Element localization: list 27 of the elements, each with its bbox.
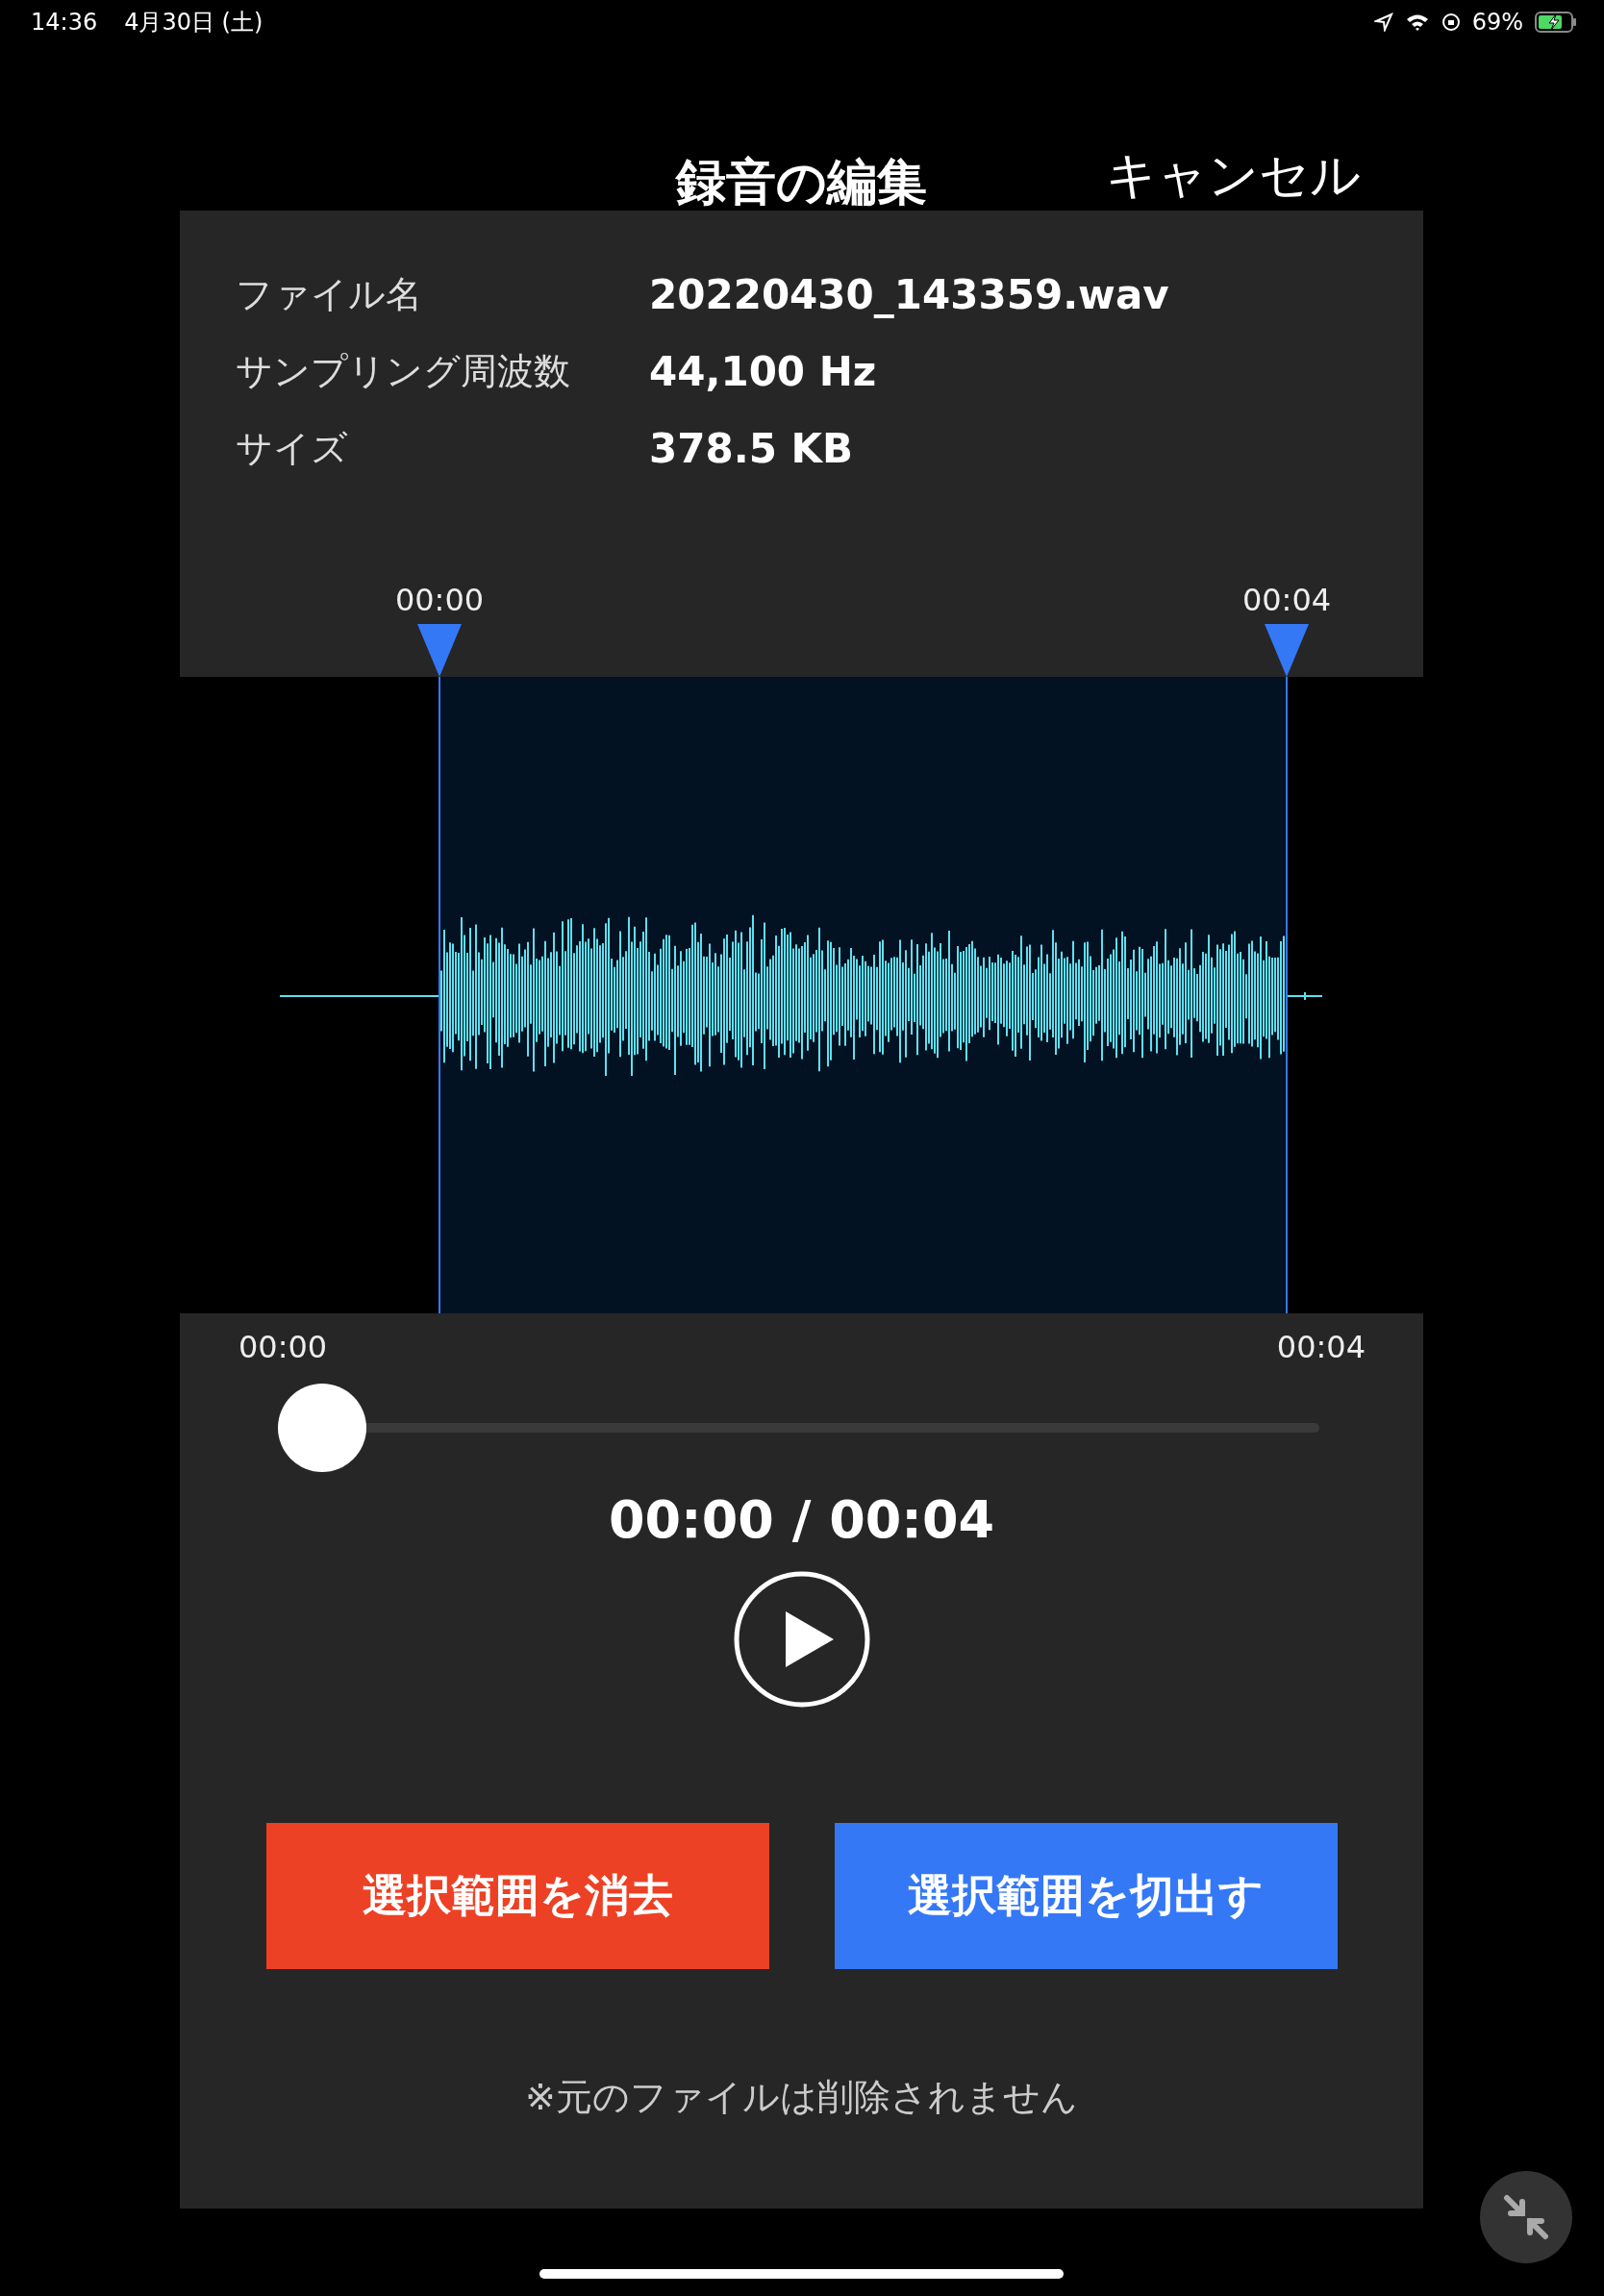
screen-title: 録音の編集 bbox=[675, 152, 927, 212]
info-label: サイズ bbox=[236, 426, 349, 471]
timeline-start: 00:00 bbox=[238, 1329, 328, 1365]
end-time-label: 00:04 bbox=[1241, 582, 1332, 618]
status-date: 4月30日 (土) bbox=[124, 8, 263, 37]
playback-slider[interactable] bbox=[277, 1384, 1319, 1472]
collapse-icon[interactable] bbox=[1480, 2171, 1572, 2263]
battery-percent: 69% bbox=[1471, 9, 1523, 36]
end-handle[interactable] bbox=[1265, 624, 1309, 677]
info-label: サンプリング周波数 bbox=[236, 349, 571, 394]
battery-icon bbox=[1535, 12, 1577, 33]
info-value: 44,100 Hz bbox=[649, 348, 877, 395]
trim-selection-button[interactable]: 選択範囲を切出す bbox=[834, 1823, 1338, 1969]
info-value: 20220430_143359.wav bbox=[649, 271, 1169, 318]
playback-time: 00:00 / 00:04 bbox=[608, 1489, 995, 1550]
info-value: 378.5 KB bbox=[649, 425, 854, 472]
cancel-button[interactable]: キャンセル bbox=[1106, 142, 1361, 210]
status-time: 14:36 bbox=[31, 9, 98, 36]
note-text: ※元のファイルは削除されません bbox=[525, 2075, 1078, 2120]
start-handle[interactable] bbox=[417, 624, 462, 677]
info-label: ファイル名 bbox=[236, 272, 423, 317]
delete-selection-button[interactable]: 選択範囲を消去 bbox=[265, 1823, 769, 1969]
play-button[interactable] bbox=[733, 1571, 870, 1708]
start-time-label: 00:00 bbox=[394, 582, 485, 618]
rotation-lock-icon bbox=[1441, 12, 1461, 32]
location-icon bbox=[1373, 12, 1393, 32]
timeline-end: 00:04 bbox=[1276, 1329, 1366, 1365]
